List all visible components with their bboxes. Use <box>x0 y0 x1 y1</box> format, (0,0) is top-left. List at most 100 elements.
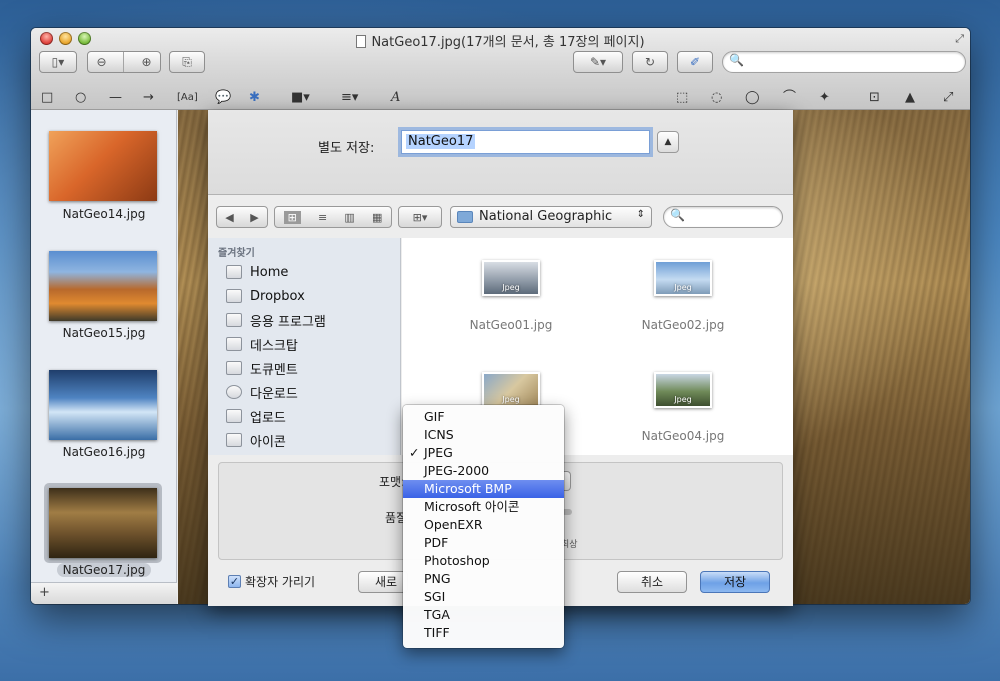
file-name[interactable]: NatGeo01.jpg <box>426 318 596 332</box>
zoom-out-icon[interactable]: ⊖ <box>96 55 106 69</box>
favorites-title: 즐겨찾기 <box>218 248 255 259</box>
save-button[interactable]: 저장 <box>700 571 770 593</box>
back-arrow-icon[interactable]: ◀ <box>225 211 233 224</box>
filename-value: NatGeo17 <box>406 134 476 149</box>
star-shape-icon[interactable]: ✱ <box>249 88 260 108</box>
window-title: NatGeo17.jpg(17개의 문서, 총 17장의 페이지) <box>31 31 970 50</box>
file-thumbnail[interactable]: Jpeg <box>482 372 540 408</box>
search-input[interactable]: 🔍 <box>722 51 966 73</box>
zoom-in-icon[interactable]: ⊕ <box>141 55 151 69</box>
search-icon: 🔍 <box>670 208 685 222</box>
favorite-desktop[interactable]: 데스크탑 <box>226 334 298 354</box>
crop-icon[interactable]: ⊡ <box>869 88 880 108</box>
annotate-pen-button[interactable]: ✎▾ <box>573 51 623 73</box>
favorite-dropbox[interactable]: Dropbox <box>226 286 305 306</box>
download-icon <box>226 385 242 399</box>
documents-icon <box>226 361 242 375</box>
forward-arrow-icon[interactable]: ▶ <box>250 211 258 224</box>
menu-item-pdf[interactable]: PDF <box>403 534 564 552</box>
rotate-button[interactable]: ↻ <box>632 51 668 73</box>
share-button[interactable]: ⎘ <box>169 51 205 73</box>
popup-arrows-icon: ⇕ <box>636 209 645 220</box>
add-page-icon[interactable]: + <box>39 585 50 600</box>
menu-item-png[interactable]: PNG <box>403 570 564 588</box>
menu-item-microsoft-bmp[interactable]: Microsoft BMP <box>403 480 564 498</box>
sheet-search-input[interactable]: 🔍 <box>663 206 783 228</box>
zoom-controls: ⊖ ⊕ <box>87 51 161 73</box>
file-thumbnail[interactable]: Jpeg <box>654 260 712 296</box>
menu-item-tiff[interactable]: TIFF <box>403 624 564 642</box>
home-icon <box>226 265 242 279</box>
menu-item-tga[interactable]: TGA <box>403 606 564 624</box>
markup-toolbar-button[interactable]: ✐ <box>677 51 713 73</box>
line-weight-icon[interactable]: ≡▾ <box>341 88 358 108</box>
expand-sheet-button[interactable]: ▲ <box>657 131 679 153</box>
column-view-icon[interactable]: ▥ <box>344 211 354 224</box>
fullscreen-icon[interactable]: ⤢ <box>955 32 964 46</box>
folder-icon <box>226 433 242 447</box>
menu-item-sgi[interactable]: SGI <box>403 588 564 606</box>
favorite-documents[interactable]: 도큐멘트 <box>226 358 298 378</box>
rectangular-selection-icon[interactable]: ⬚ <box>676 88 688 108</box>
speech-bubble-icon[interactable]: 💬 <box>215 88 231 108</box>
oval-icon[interactable]: ○ <box>75 88 86 108</box>
elliptical-selection-icon[interactable]: ◌ <box>711 88 722 108</box>
folder-icon <box>226 409 242 423</box>
instant-alpha-icon[interactable]: ✦ <box>819 88 830 108</box>
menu-item-jpeg-2000[interactable]: JPEG-2000 <box>403 462 564 480</box>
cancel-button[interactable]: 취소 <box>617 571 687 593</box>
lasso-icon[interactable]: ◯ <box>745 88 760 108</box>
applications-icon <box>226 313 242 327</box>
adjust-color-icon[interactable]: ▲ <box>905 88 915 108</box>
thumbnail-label: NatGeo14.jpg <box>62 207 146 221</box>
checkbox-check-icon: ✓ <box>228 575 241 588</box>
menu-item-icns[interactable]: ICNS <box>403 426 564 444</box>
smart-lasso-icon[interactable]: ⌒ <box>783 88 796 108</box>
favorites-sidebar: 즐겨찾기 Home Dropbox 응용 프로그램 데스크탑 도큐멘트 다운로드… <box>208 238 401 455</box>
view-mode-buttons: ⊞ ≡ ▥ ▦ <box>274 206 392 228</box>
line-icon[interactable]: — <box>109 88 122 108</box>
list-view-icon[interactable]: ≡ <box>318 211 327 224</box>
color-picker-icon[interactable]: ■▾ <box>291 88 310 108</box>
arrange-button[interactable]: ⊞▾ <box>398 206 442 228</box>
text-box-icon[interactable]: [Aa] <box>177 88 198 108</box>
file-name[interactable]: NatGeo02.jpg <box>598 318 768 332</box>
favorite-applications[interactable]: 응용 프로그램 <box>226 310 326 330</box>
thumbnail-natgeo17[interactable] <box>49 488 157 558</box>
back-forward-buttons: ◀ ▶ <box>216 206 268 228</box>
menu-item-openexr[interactable]: OpenEXR <box>403 516 564 534</box>
menu-item-gif[interactable]: GIF <box>403 408 564 426</box>
location-popup[interactable]: National Geographic ⇕ <box>450 206 652 228</box>
folder-icon <box>457 211 473 223</box>
menu-item-microsoft-icon[interactable]: Microsoft 아이콘 <box>403 498 564 516</box>
sidebar-footer: + <box>31 582 177 604</box>
resize-icon[interactable]: ⤢ <box>943 88 953 108</box>
new-folder-button[interactable]: 새로운 <box>358 571 408 593</box>
sidebar-toggle-button[interactable]: ▯▾ <box>39 51 77 73</box>
thumbnail-natgeo15[interactable] <box>49 251 157 321</box>
folder-icon <box>226 289 242 303</box>
menu-item-jpeg[interactable]: ✓ JPEG <box>403 444 564 462</box>
arrow-icon[interactable]: → <box>143 88 154 108</box>
hide-extension-checkbox[interactable]: ✓ 확장자 가리기 <box>228 573 315 590</box>
font-icon[interactable]: A <box>391 88 400 108</box>
thumbnail-label: NatGeo17.jpg <box>31 563 177 577</box>
favorite-home[interactable]: Home <box>226 262 288 282</box>
thumbnail-natgeo16[interactable] <box>49 370 157 440</box>
filename-input[interactable]: NatGeo17 <box>401 130 650 154</box>
favorite-icons[interactable]: 아이콘 <box>226 430 286 450</box>
thumbnail-sidebar: NatGeo14.jpg NatGeo15.jpg NatGeo16.jpg N… <box>31 110 177 604</box>
search-icon: 🔍 <box>729 53 744 67</box>
markup-toolbar: □ ○ — → [Aa] 💬 ✱ ■▾ ≡▾ A ⬚ ◌ ◯ ⌒ ✦ ⊡ ▲ ⤢ <box>31 86 970 110</box>
favorite-downloads[interactable]: 다운로드 <box>226 382 298 402</box>
menu-item-photoshop[interactable]: Photoshop <box>403 552 564 570</box>
favorite-uploads[interactable]: 업로드 <box>226 406 286 426</box>
icon-view-icon[interactable]: ⊞ <box>283 210 301 224</box>
file-thumbnail[interactable]: Jpeg <box>654 372 712 408</box>
coverflow-view-icon[interactable]: ▦ <box>372 211 382 224</box>
thumbnail-natgeo14[interactable] <box>49 131 157 201</box>
file-name[interactable]: NatGeo04.jpg <box>598 429 768 443</box>
file-thumbnail[interactable]: Jpeg <box>482 260 540 296</box>
rectangle-icon[interactable]: □ <box>41 88 53 108</box>
desktop-icon <box>226 337 242 351</box>
